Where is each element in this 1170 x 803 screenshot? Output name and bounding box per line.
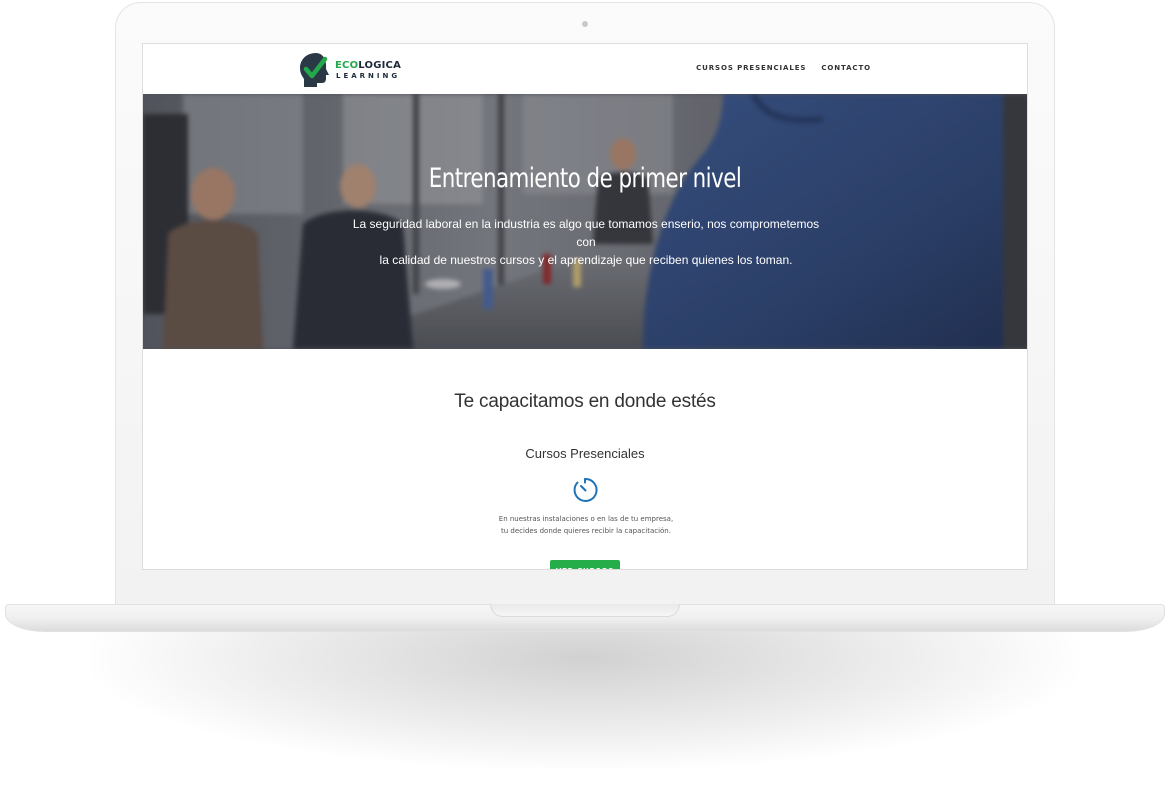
course-description-line-2: tu decides donde quieres recibir la capa… <box>501 527 671 535</box>
hero-subtitle-line-2: la calidad de nuestros cursos y el apren… <box>379 253 793 267</box>
ver-cursos-button[interactable]: VER CURSOS <box>550 560 620 569</box>
hero-title: Entrenamiento de primer nivel <box>428 163 742 194</box>
laptop-notch <box>490 604 680 617</box>
course-title: Cursos Presenciales <box>525 446 645 461</box>
hero-subtitle: La seguridad laboral en la industria es … <box>343 215 829 269</box>
course-description: En nuestras instalaciones o en las de tu… <box>436 513 736 537</box>
hero-subtitle-line-1: La seguridad laboral en la industria es … <box>352 217 820 249</box>
main-nav: CURSOS PRESENCIALES CONTACTO <box>696 64 871 72</box>
nav-cursos-presenciales[interactable]: CURSOS PRESENCIALES <box>696 64 806 72</box>
browser-screen: ECOLOGICA LEARNING CURSOS PRESENCIALES C… <box>142 43 1028 570</box>
site-logo[interactable]: ECOLOGICA LEARNING <box>299 51 402 89</box>
section-title: Te capacitamos en donde estés <box>454 391 716 412</box>
site-header: ECOLOGICA LEARNING CURSOS PRESENCIALES C… <box>143 44 1027 94</box>
services-section: Te capacitamos en donde estés Cursos Pre… <box>143 349 1027 569</box>
clock-icon <box>573 477 598 502</box>
logo-tagline: LEARNING <box>336 72 401 80</box>
head-check-logo-icon <box>300 53 329 87</box>
camera-icon <box>582 21 588 27</box>
laptop-shadow <box>90 630 1080 770</box>
hero-banner: Entrenamiento de primer nivel La segurid… <box>143 94 1027 349</box>
logo-wordmark: ECOLOGICA <box>335 60 402 71</box>
course-description-line-1: En nuestras instalaciones o en las de tu… <box>498 515 674 523</box>
nav-contacto[interactable]: CONTACTO <box>821 64 871 72</box>
